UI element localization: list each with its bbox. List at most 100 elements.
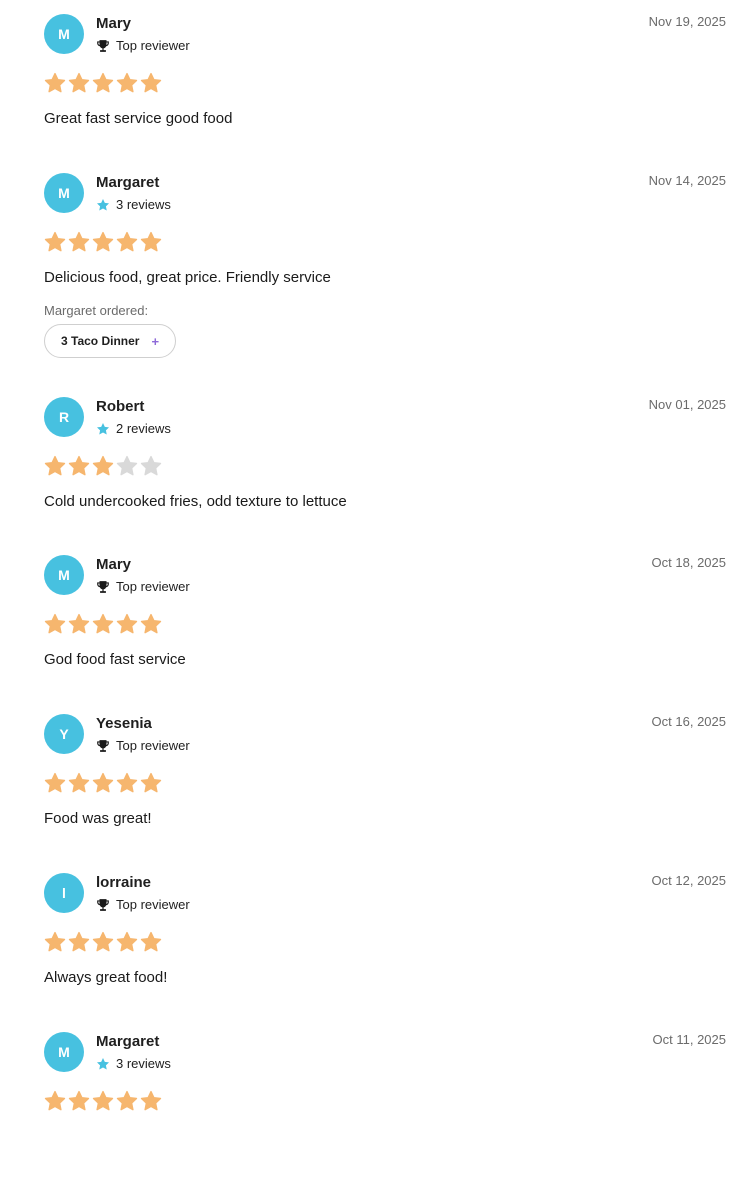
- star-filled-icon: [92, 772, 114, 794]
- review-date: Nov 01, 2025: [648, 397, 726, 412]
- reviewer-name[interactable]: Margaret: [96, 1034, 159, 1050]
- reviewer-name[interactable]: Mary: [96, 16, 131, 32]
- star-icon: [96, 422, 110, 436]
- star-filled-icon: [140, 613, 162, 635]
- star-filled-icon: [116, 931, 138, 953]
- star-filled-icon: [44, 931, 66, 953]
- avatar[interactable]: M: [44, 14, 84, 54]
- star-filled-icon: [116, 772, 138, 794]
- badge-text: 2 reviews: [116, 421, 171, 436]
- reviewer-name[interactable]: Mary: [96, 557, 131, 573]
- trophy-icon: [96, 39, 110, 53]
- avatar[interactable]: Y: [44, 714, 84, 754]
- reviewer-badge: Top reviewer: [96, 898, 190, 912]
- review-date: Oct 18, 2025: [651, 555, 726, 570]
- reviewer-name[interactable]: lorraine: [96, 875, 151, 891]
- star-icon: [96, 1057, 110, 1071]
- star-filled-icon: [44, 72, 66, 94]
- trophy-icon: [96, 580, 110, 594]
- star-rating: [44, 772, 162, 794]
- star-filled-icon: [68, 613, 90, 635]
- review-card: Y Yesenia Top reviewer Oct 16, 2025 Food was…: [0, 714, 750, 864]
- star-filled-icon: [140, 72, 162, 94]
- star-rating: [44, 613, 162, 635]
- reviewer-badge: 3 reviews: [96, 198, 171, 212]
- badge-text: Top reviewer: [116, 738, 190, 753]
- star-filled-icon: [140, 1090, 162, 1112]
- reviewer-badge: Top reviewer: [96, 39, 190, 53]
- star-filled-icon: [44, 1090, 66, 1112]
- ordered-item-button[interactable]: 3 Taco Dinner +: [44, 324, 177, 358]
- avatar[interactable]: M: [44, 1032, 84, 1072]
- ordered-label: Margaret ordered:: [44, 303, 149, 318]
- review-card: M Margaret 3 reviews Nov 14, 2025 Delicious …: [0, 173, 750, 358]
- plus-icon: +: [151, 333, 160, 349]
- star-rating: [44, 931, 162, 953]
- star-filled-icon: [116, 613, 138, 635]
- star-filled-icon: [44, 772, 66, 794]
- star-filled-icon: [68, 72, 90, 94]
- star-filled-icon: [140, 931, 162, 953]
- review-date: Nov 19, 2025: [648, 14, 726, 29]
- review-date: Oct 16, 2025: [651, 714, 726, 729]
- review-card: R Robert 2 reviews Nov 01, 2025 Cold underco…: [0, 397, 750, 547]
- star-empty-icon: [116, 455, 138, 477]
- star-filled-icon: [116, 1090, 138, 1112]
- star-rating: [44, 1090, 162, 1112]
- avatar[interactable]: l: [44, 873, 84, 913]
- star-filled-icon: [92, 1090, 114, 1112]
- review-text: God food fast service: [44, 651, 186, 668]
- review-date: Oct 11, 2025: [652, 1032, 726, 1047]
- reviewer-badge: Top reviewer: [96, 580, 190, 594]
- star-icon: [96, 198, 110, 212]
- star-rating: [44, 72, 162, 94]
- star-filled-icon: [68, 772, 90, 794]
- star-filled-icon: [92, 72, 114, 94]
- star-filled-icon: [68, 455, 90, 477]
- star-filled-icon: [68, 231, 90, 253]
- trophy-icon: [96, 898, 110, 912]
- star-filled-icon: [44, 613, 66, 635]
- review-card: M Mary Top reviewer Nov 19, 2025 Great fast …: [0, 14, 750, 164]
- reviewer-badge: Top reviewer: [96, 739, 190, 753]
- star-empty-icon: [140, 455, 162, 477]
- review-card: l lorraine Top reviewer Oct 12, 2025 Always …: [0, 873, 750, 1023]
- star-filled-icon: [140, 231, 162, 253]
- star-filled-icon: [140, 772, 162, 794]
- badge-text: 3 reviews: [116, 197, 171, 212]
- reviewer-name[interactable]: Robert: [96, 399, 144, 415]
- reviewer-name[interactable]: Margaret: [96, 175, 159, 191]
- star-filled-icon: [92, 931, 114, 953]
- star-filled-icon: [68, 1090, 90, 1112]
- avatar[interactable]: R: [44, 397, 84, 437]
- star-filled-icon: [68, 931, 90, 953]
- star-filled-icon: [92, 455, 114, 477]
- badge-text: Top reviewer: [116, 579, 190, 594]
- review-date: Nov 14, 2025: [648, 173, 726, 188]
- review-text: Always great food!: [44, 969, 168, 986]
- badge-text: Top reviewer: [116, 897, 190, 912]
- badge-text: Top reviewer: [116, 38, 190, 53]
- review-text: Cold undercooked fries, odd texture to l…: [44, 493, 347, 510]
- trophy-icon: [96, 739, 110, 753]
- star-filled-icon: [116, 231, 138, 253]
- reviewer-badge: 3 reviews: [96, 1057, 171, 1071]
- avatar[interactable]: M: [44, 173, 84, 213]
- badge-text: 3 reviews: [116, 1056, 171, 1071]
- review-text: Great fast service good food: [44, 110, 233, 127]
- review-text: Food was great!: [44, 810, 152, 827]
- review-card: M Mary Top reviewer Oct 18, 2025 God food fa…: [0, 555, 750, 705]
- review-date: Oct 12, 2025: [651, 873, 726, 888]
- star-filled-icon: [116, 72, 138, 94]
- reviewer-name[interactable]: Yesenia: [96, 716, 152, 732]
- star-filled-icon: [44, 231, 66, 253]
- ordered-item-label: 3 Taco Dinner: [61, 334, 140, 348]
- star-rating: [44, 231, 162, 253]
- star-filled-icon: [44, 455, 66, 477]
- avatar[interactable]: M: [44, 555, 84, 595]
- star-filled-icon: [92, 613, 114, 635]
- reviewer-badge: 2 reviews: [96, 422, 171, 436]
- star-rating: [44, 455, 162, 477]
- review-text: Delicious food, great price. Friendly se…: [44, 269, 331, 286]
- star-filled-icon: [92, 231, 114, 253]
